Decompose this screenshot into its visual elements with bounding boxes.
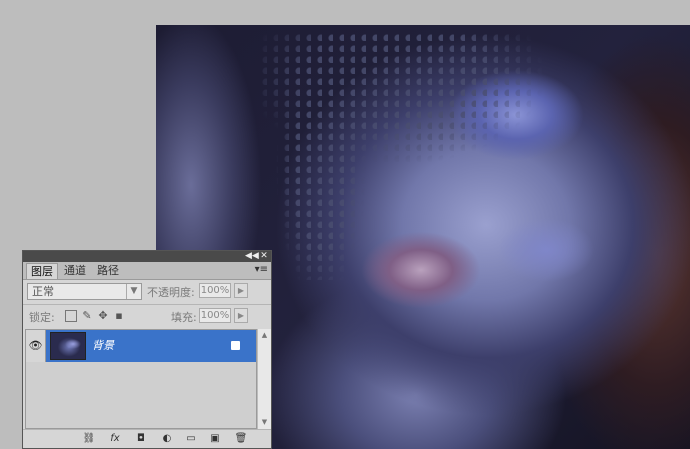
collapse-icon[interactable]: ◀◀ xyxy=(245,251,259,262)
fill-slider-button[interactable]: ▶ xyxy=(234,308,248,323)
lock-transparent-icon[interactable] xyxy=(65,310,77,322)
scroll-down-icon[interactable]: ▼ xyxy=(258,416,271,429)
layers-scrollbar[interactable]: ▲ ▼ xyxy=(257,329,271,429)
scroll-up-icon[interactable]: ▲ xyxy=(258,329,271,342)
new-layer-icon[interactable]: ▣ xyxy=(207,432,223,446)
layer-name: 背景 xyxy=(92,339,114,352)
link-icon[interactable]: ⛓ xyxy=(81,432,97,446)
close-icon[interactable]: ✕ xyxy=(258,251,270,262)
layers-panel: ◀◀ ✕ 图层 通道 路径 ▾≡ 正常 ▼ 不透明度: 100% ▶ 锁定: ✎… xyxy=(22,250,272,449)
panel-titlebar[interactable]: ◀◀ ✕ xyxy=(23,251,271,262)
tab-layers[interactable]: 图层 xyxy=(26,263,58,279)
tab-channels[interactable]: 通道 xyxy=(60,263,90,279)
opacity-slider-button[interactable]: ▶ xyxy=(234,283,248,298)
mask-icon[interactable]: ◘ xyxy=(133,432,149,446)
divider xyxy=(23,304,271,305)
panel-bottom-toolbar: ⛓ fx ◘ ◐ ▭ ▣ 🗑 xyxy=(23,429,271,448)
fill-input[interactable]: 100% xyxy=(199,308,231,323)
lock-label: 锁定: xyxy=(29,311,55,324)
layers-list: 👁 背景 xyxy=(25,329,257,429)
visibility-eye-icon[interactable]: 👁 xyxy=(26,330,46,362)
lock-brush-icon[interactable]: ✎ xyxy=(81,310,93,322)
chevron-down-icon[interactable]: ▼ xyxy=(126,284,141,299)
photo-gem-decoration xyxy=(256,30,556,280)
blend-mode-select[interactable]: 正常 ▼ xyxy=(27,283,142,300)
layer-row-background[interactable]: 👁 背景 xyxy=(26,330,256,362)
adjustment-icon[interactable]: ◐ xyxy=(159,432,175,446)
panel-tabs: 图层 通道 路径 ▾≡ xyxy=(23,262,271,280)
blend-row: 正常 ▼ 不透明度: 100% ▶ xyxy=(23,281,271,303)
blend-mode-value: 正常 xyxy=(32,285,54,298)
folder-icon[interactable]: ▭ xyxy=(183,432,199,446)
fx-icon[interactable]: fx xyxy=(107,432,123,446)
opacity-label: 不透明度: xyxy=(147,286,195,299)
lock-move-icon[interactable]: ✥ xyxy=(97,310,109,322)
lock-row: 锁定: ✎ ✥ ▪ 填充: 100% ▶ xyxy=(23,307,271,327)
fill-label: 填充: xyxy=(171,311,197,324)
panel-menu-icon[interactable]: ▾≡ xyxy=(255,264,268,275)
trash-icon[interactable]: 🗑 xyxy=(233,432,249,446)
layer-lock-icon xyxy=(231,341,240,350)
tab-paths[interactable]: 路径 xyxy=(93,263,123,279)
lock-all-icon[interactable]: ▪ xyxy=(113,310,125,322)
opacity-input[interactable]: 100% xyxy=(199,283,231,298)
layer-thumbnail xyxy=(50,332,86,360)
